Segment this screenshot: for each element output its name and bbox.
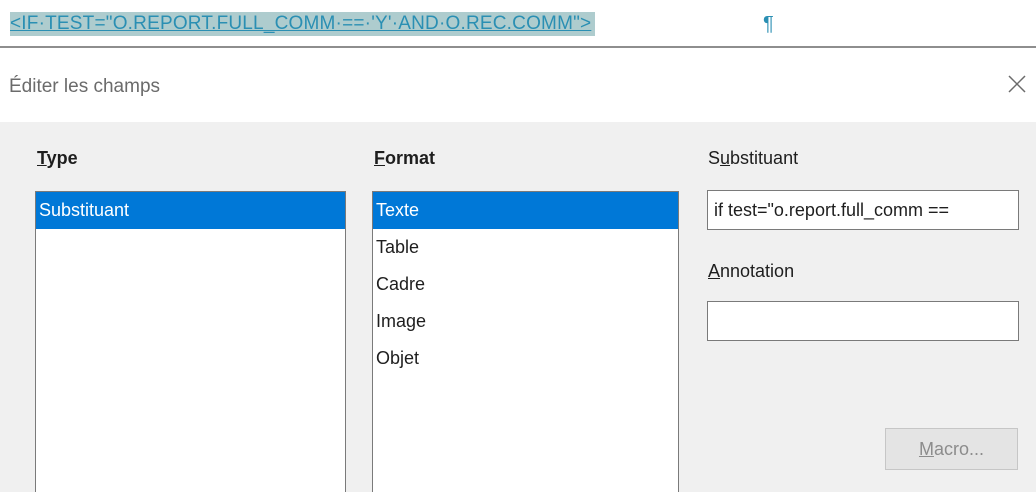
pilcrow-mark: ¶ [763,13,774,35]
substituant-label: Substituant [708,148,799,168]
document-field[interactable]: <IF·TEST="O.REPORT.FULL_COMM·==·'Y'·AND·… [10,12,596,36]
format-list-item[interactable]: Texte [373,192,678,229]
format-list-item[interactable]: Table [373,229,678,266]
dialog-title: Éditer les champs [9,76,161,97]
document-area: <IF·TEST="O.REPORT.FULL_COMM·==·'Y'·AND·… [0,0,1036,46]
macro-button[interactable]: Macro... [885,428,1018,470]
dialog-titlebar: Éditer les champs [0,48,1036,122]
format-label: Format [374,148,436,168]
substituant-field[interactable]: if test="o.report.full_comm == [707,190,1019,230]
annotation-field[interactable] [707,301,1019,341]
format-listbox[interactable]: Texte Table Cadre Image Objet [372,191,679,492]
format-list-item[interactable]: Image [373,303,678,340]
close-icon[interactable] [1003,70,1031,98]
format-list-item[interactable]: Objet [373,340,678,377]
type-listbox[interactable]: Substituant [35,191,346,492]
annotation-label: Annotation [708,261,795,281]
format-list-item[interactable]: Cadre [373,266,678,303]
type-list-item[interactable]: Substituant [36,192,345,229]
type-label: Type [37,148,78,168]
